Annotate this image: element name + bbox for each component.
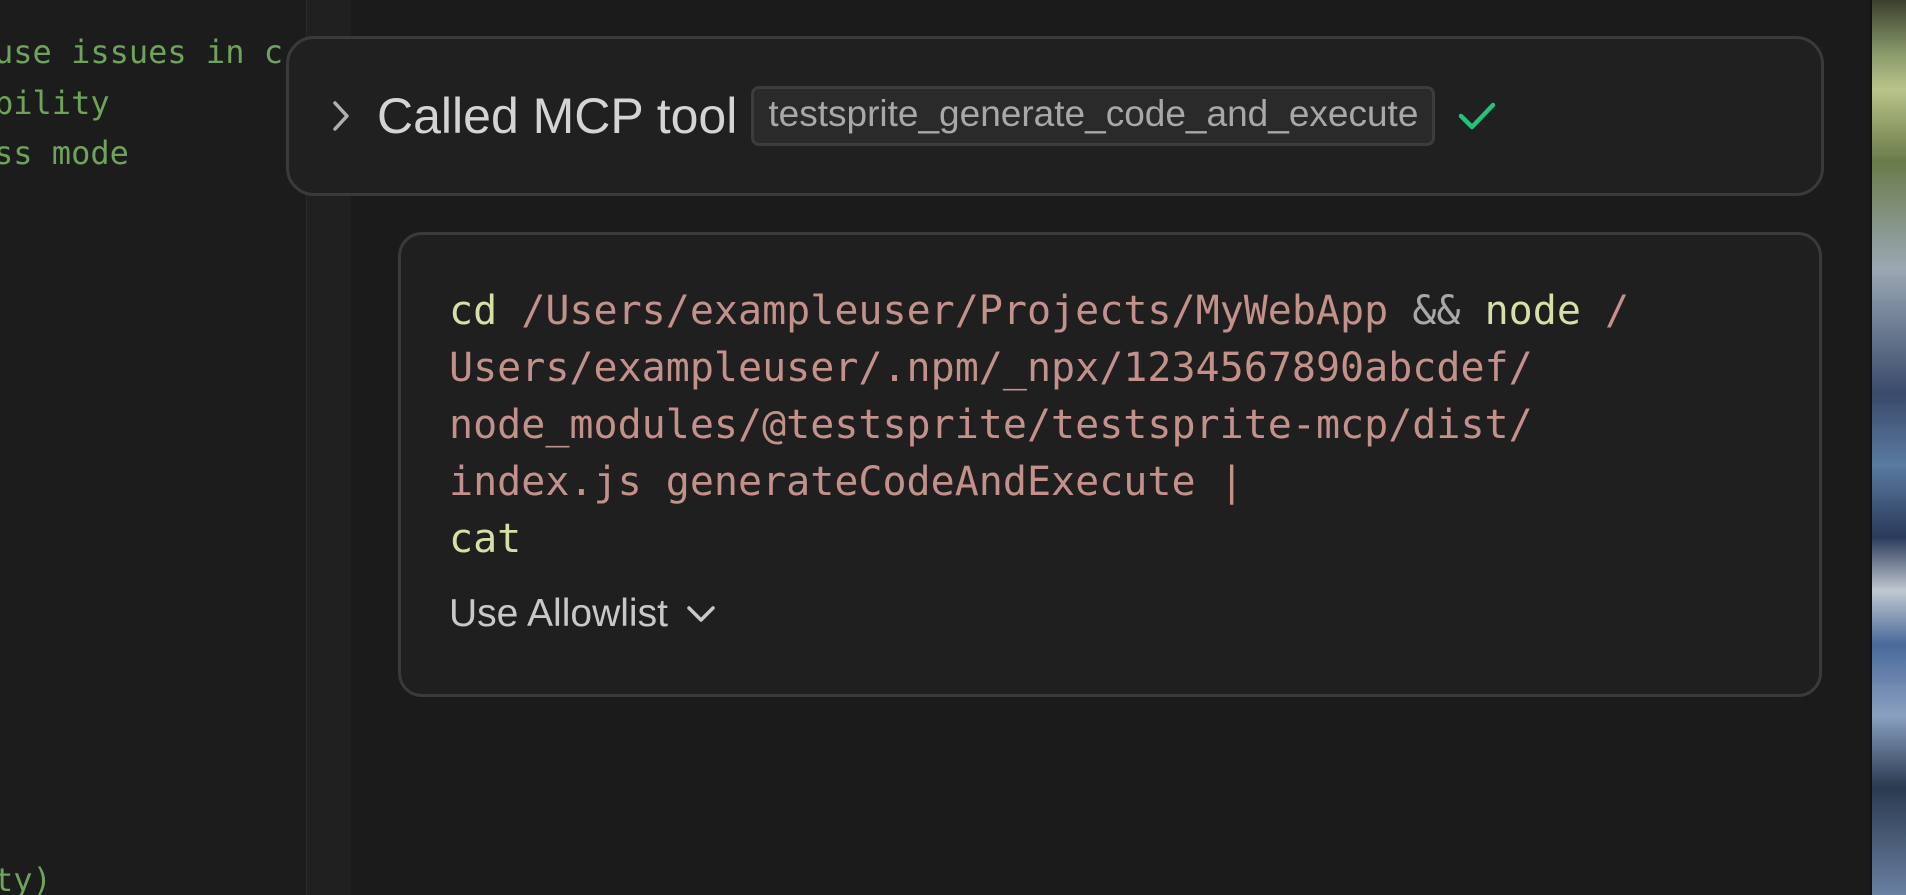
operator-token: && — [1412, 288, 1461, 334]
code-editor-pane[interactable]: use issues in c bility ss mode ty) — [0, 0, 306, 895]
allowlist-label: Use Allowlist — [449, 592, 668, 635]
command-token: cat — [449, 516, 522, 562]
command-token: cd — [449, 288, 498, 334]
path-token: Users/exampleuser/.npm/_npx/1234567890ab… — [449, 345, 1533, 391]
desktop-wallpaper — [1870, 0, 1906, 895]
chevron-down-icon — [684, 602, 718, 626]
tool-name-badge: testsprite_generate_code_and_execute — [751, 86, 1436, 146]
editor-line: bility — [0, 84, 110, 122]
path-token: / — [1605, 288, 1630, 334]
tool-call-title: Called MCP tool — [377, 88, 738, 144]
path-token: node_modules/@testsprite/testsprite-mcp/… — [449, 402, 1533, 448]
app-window: use issues in c bility ss mode ty) Calle… — [0, 0, 1906, 895]
path-token: /Users/exampleuser/Projects/MyWebApp — [521, 288, 1389, 334]
chevron-right-icon[interactable] — [329, 101, 353, 131]
command-block: cd /Users/exampleuser/Projects/MyWebApp … — [398, 232, 1822, 697]
command-text: cd /Users/exampleuser/Projects/MyWebApp … — [449, 283, 1773, 568]
command-token: node — [1484, 288, 1581, 334]
editor-line: use issues in c — [0, 33, 283, 71]
check-icon — [1455, 94, 1499, 138]
editor-line: ss mode — [0, 134, 129, 172]
use-allowlist-dropdown[interactable]: Use Allowlist — [449, 592, 718, 636]
tool-call-header[interactable]: Called MCP tool testsprite_generate_code… — [286, 36, 1824, 196]
editor-line: ty) — [0, 861, 52, 895]
path-token: index.js generateCodeAndExecute | — [449, 459, 1244, 505]
